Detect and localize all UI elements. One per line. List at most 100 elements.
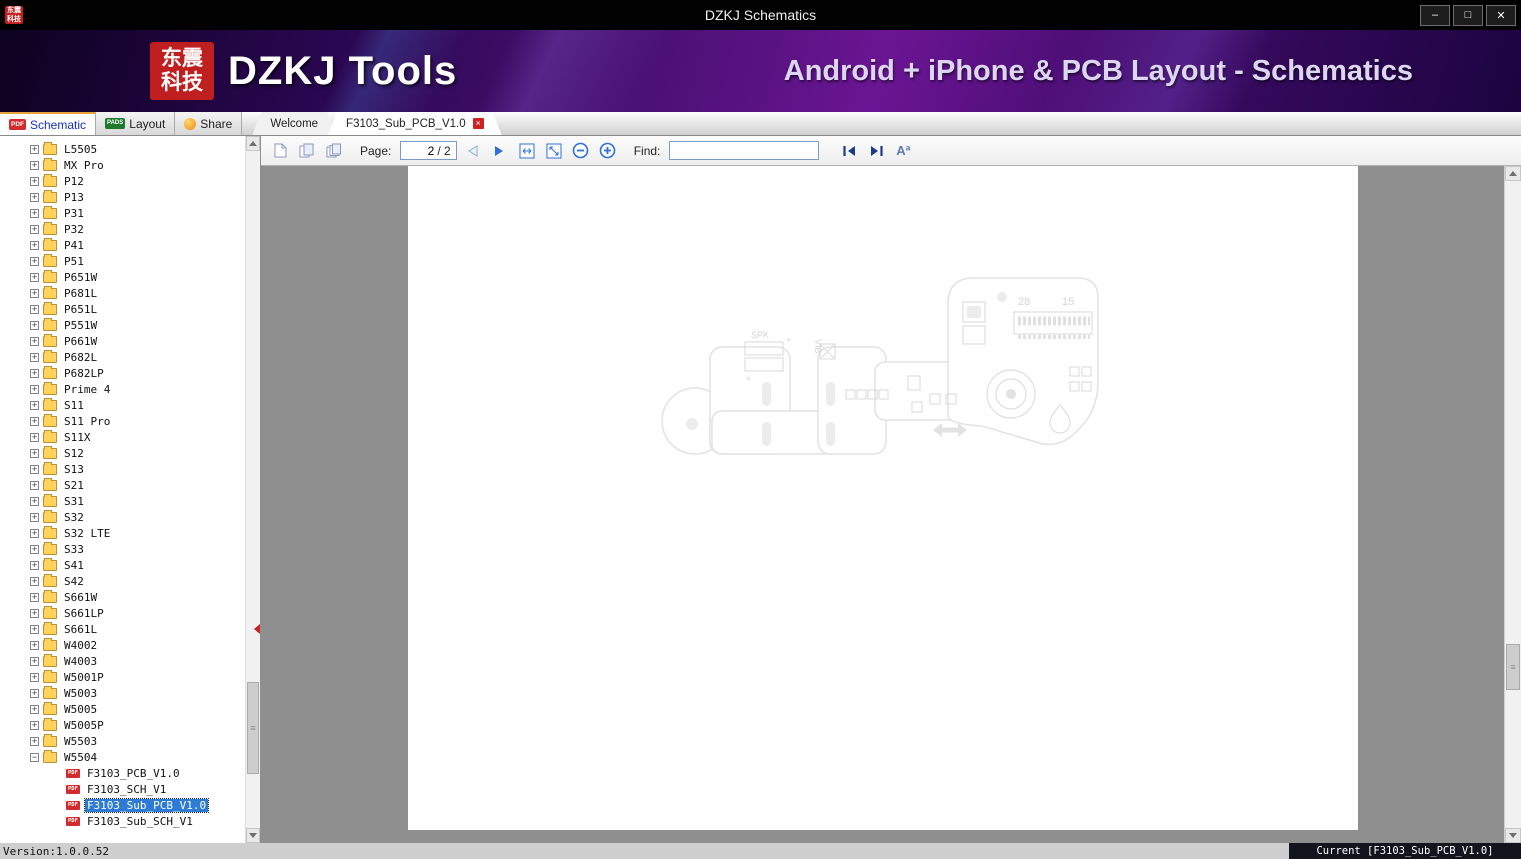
viewer-scroll-up-icon[interactable]: [1505, 166, 1521, 181]
expand-icon[interactable]: +: [30, 208, 39, 218]
tree-folder-item[interactable]: + P32: [0, 221, 245, 237]
expand-icon[interactable]: +: [30, 624, 39, 634]
expand-icon[interactable]: +: [30, 736, 39, 746]
tree-folder-item[interactable]: + S12: [0, 445, 245, 461]
two-pages-icon[interactable]: [296, 140, 318, 162]
find-input[interactable]: [669, 141, 820, 160]
tree-folder-item[interactable]: + W4003: [0, 653, 245, 669]
tree-folder-item[interactable]: + W5503: [0, 733, 245, 749]
tree-folder-item[interactable]: + S42: [0, 573, 245, 589]
tree-folder-item[interactable]: + S11X: [0, 429, 245, 445]
tree-file-item[interactable]: PDF F3103_PCB_V1.0: [0, 765, 245, 781]
expand-icon[interactable]: +: [30, 720, 39, 730]
tree-folder-item[interactable]: + P681L: [0, 285, 245, 301]
expand-icon[interactable]: +: [30, 288, 39, 298]
expand-icon[interactable]: +: [30, 160, 39, 170]
tree-folder-item[interactable]: + S32 LTE: [0, 525, 245, 541]
tree-folder-item[interactable]: − W5504: [0, 749, 245, 765]
expand-icon[interactable]: +: [30, 320, 39, 330]
tree-folder-item[interactable]: + W5005P: [0, 717, 245, 733]
tree-folder-item[interactable]: + S21: [0, 477, 245, 493]
expand-icon[interactable]: +: [30, 256, 39, 266]
expand-icon[interactable]: +: [30, 192, 39, 202]
pdf-viewer[interactable]: 28 15 SPK VIB + + ≡: [261, 166, 1521, 843]
expand-icon[interactable]: +: [30, 304, 39, 314]
splitter-collapse-icon[interactable]: [254, 624, 260, 634]
expand-icon[interactable]: +: [30, 384, 39, 394]
expand-icon[interactable]: +: [30, 480, 39, 490]
expand-icon[interactable]: +: [30, 240, 39, 250]
tree-folder-item[interactable]: + P551W: [0, 317, 245, 333]
previous-page-icon[interactable]: [462, 140, 484, 162]
expand-icon[interactable]: +: [30, 272, 39, 282]
scroll-down-icon[interactable]: [246, 828, 260, 843]
expand-icon[interactable]: +: [30, 528, 39, 538]
expand-icon[interactable]: +: [30, 224, 39, 234]
tab-layout[interactable]: PADS Layout: [96, 112, 176, 135]
expand-icon[interactable]: +: [30, 432, 39, 442]
tree-folder-item[interactable]: + S661LP: [0, 605, 245, 621]
viewer-scroll-thumb[interactable]: ≡: [1506, 644, 1520, 690]
expand-icon[interactable]: +: [30, 336, 39, 346]
viewer-scroll-down-icon[interactable]: [1505, 828, 1521, 843]
close-tab-icon[interactable]: ×: [473, 118, 484, 129]
expand-icon[interactable]: +: [30, 592, 39, 602]
expand-icon[interactable]: +: [30, 688, 39, 698]
zoom-in-icon[interactable]: [597, 140, 619, 162]
tree-folder-item[interactable]: + P13: [0, 189, 245, 205]
tree-folder-item[interactable]: + S661W: [0, 589, 245, 605]
expand-icon[interactable]: +: [30, 176, 39, 186]
tree-folder-item[interactable]: + W5005: [0, 701, 245, 717]
match-case-icon[interactable]: Aª: [892, 140, 914, 162]
maximize-button[interactable]: □: [1453, 4, 1483, 26]
tree-folder-item[interactable]: + W5003: [0, 685, 245, 701]
tree-folder-item[interactable]: + S11 Pro: [0, 413, 245, 429]
sidebar-scrollbar[interactable]: ≡: [245, 136, 260, 843]
expand-icon[interactable]: +: [30, 656, 39, 666]
tree-folder-item[interactable]: + P12: [0, 173, 245, 189]
expand-icon[interactable]: +: [30, 608, 39, 618]
tree-folder-item[interactable]: + P51: [0, 253, 245, 269]
tree-file-item[interactable]: PDF F3103_Sub_SCH_V1: [0, 813, 245, 829]
expand-icon[interactable]: +: [30, 464, 39, 474]
expand-icon[interactable]: +: [30, 576, 39, 586]
fit-width-icon[interactable]: [516, 140, 538, 162]
tree-folder-item[interactable]: + P682L: [0, 349, 245, 365]
tab-schematic[interactable]: PDF Schematic: [0, 112, 97, 135]
multi-pages-icon[interactable]: [323, 140, 345, 162]
expand-icon[interactable]: +: [30, 496, 39, 506]
page-number-input[interactable]: [406, 143, 435, 158]
expand-icon[interactable]: +: [30, 400, 39, 410]
expand-icon[interactable]: +: [30, 448, 39, 458]
expand-icon[interactable]: +: [30, 704, 39, 714]
expand-icon[interactable]: +: [30, 416, 39, 426]
tree-folder-item[interactable]: + MX Pro: [0, 157, 245, 173]
scroll-up-icon[interactable]: [246, 136, 260, 151]
tree-folder-item[interactable]: + P682LP: [0, 365, 245, 381]
expand-icon[interactable]: +: [30, 512, 39, 522]
tree-folder-item[interactable]: + P41: [0, 237, 245, 253]
expand-icon[interactable]: +: [30, 352, 39, 362]
tree-folder-item[interactable]: + P31: [0, 205, 245, 221]
expand-icon[interactable]: +: [30, 640, 39, 650]
tree-file-item[interactable]: PDF F3103_Sub_PCB_V1.0: [0, 797, 245, 813]
close-button[interactable]: ✕: [1486, 4, 1516, 26]
expand-icon[interactable]: +: [30, 560, 39, 570]
fit-page-icon[interactable]: [543, 140, 565, 162]
find-previous-icon[interactable]: [838, 140, 860, 162]
tree-folder-item[interactable]: + P651W: [0, 269, 245, 285]
expand-icon[interactable]: +: [30, 544, 39, 554]
tree-folder-item[interactable]: + Prime 4: [0, 381, 245, 397]
zoom-out-icon[interactable]: [570, 140, 592, 162]
sidebar-scroll-thumb[interactable]: ≡: [247, 682, 259, 774]
tree-folder-item[interactable]: + S661L: [0, 621, 245, 637]
expand-icon[interactable]: +: [30, 144, 39, 154]
minimize-button[interactable]: –: [1420, 4, 1450, 26]
single-page-icon[interactable]: [269, 140, 291, 162]
tree-folder-item[interactable]: + S31: [0, 493, 245, 509]
find-next-icon[interactable]: [865, 140, 887, 162]
doc-tab-welcome[interactable]: Welcome: [252, 112, 336, 135]
tree-folder-item[interactable]: + S11: [0, 397, 245, 413]
tree-file-item[interactable]: PDF F3103_SCH_V1: [0, 781, 245, 797]
expand-icon[interactable]: +: [30, 672, 39, 682]
